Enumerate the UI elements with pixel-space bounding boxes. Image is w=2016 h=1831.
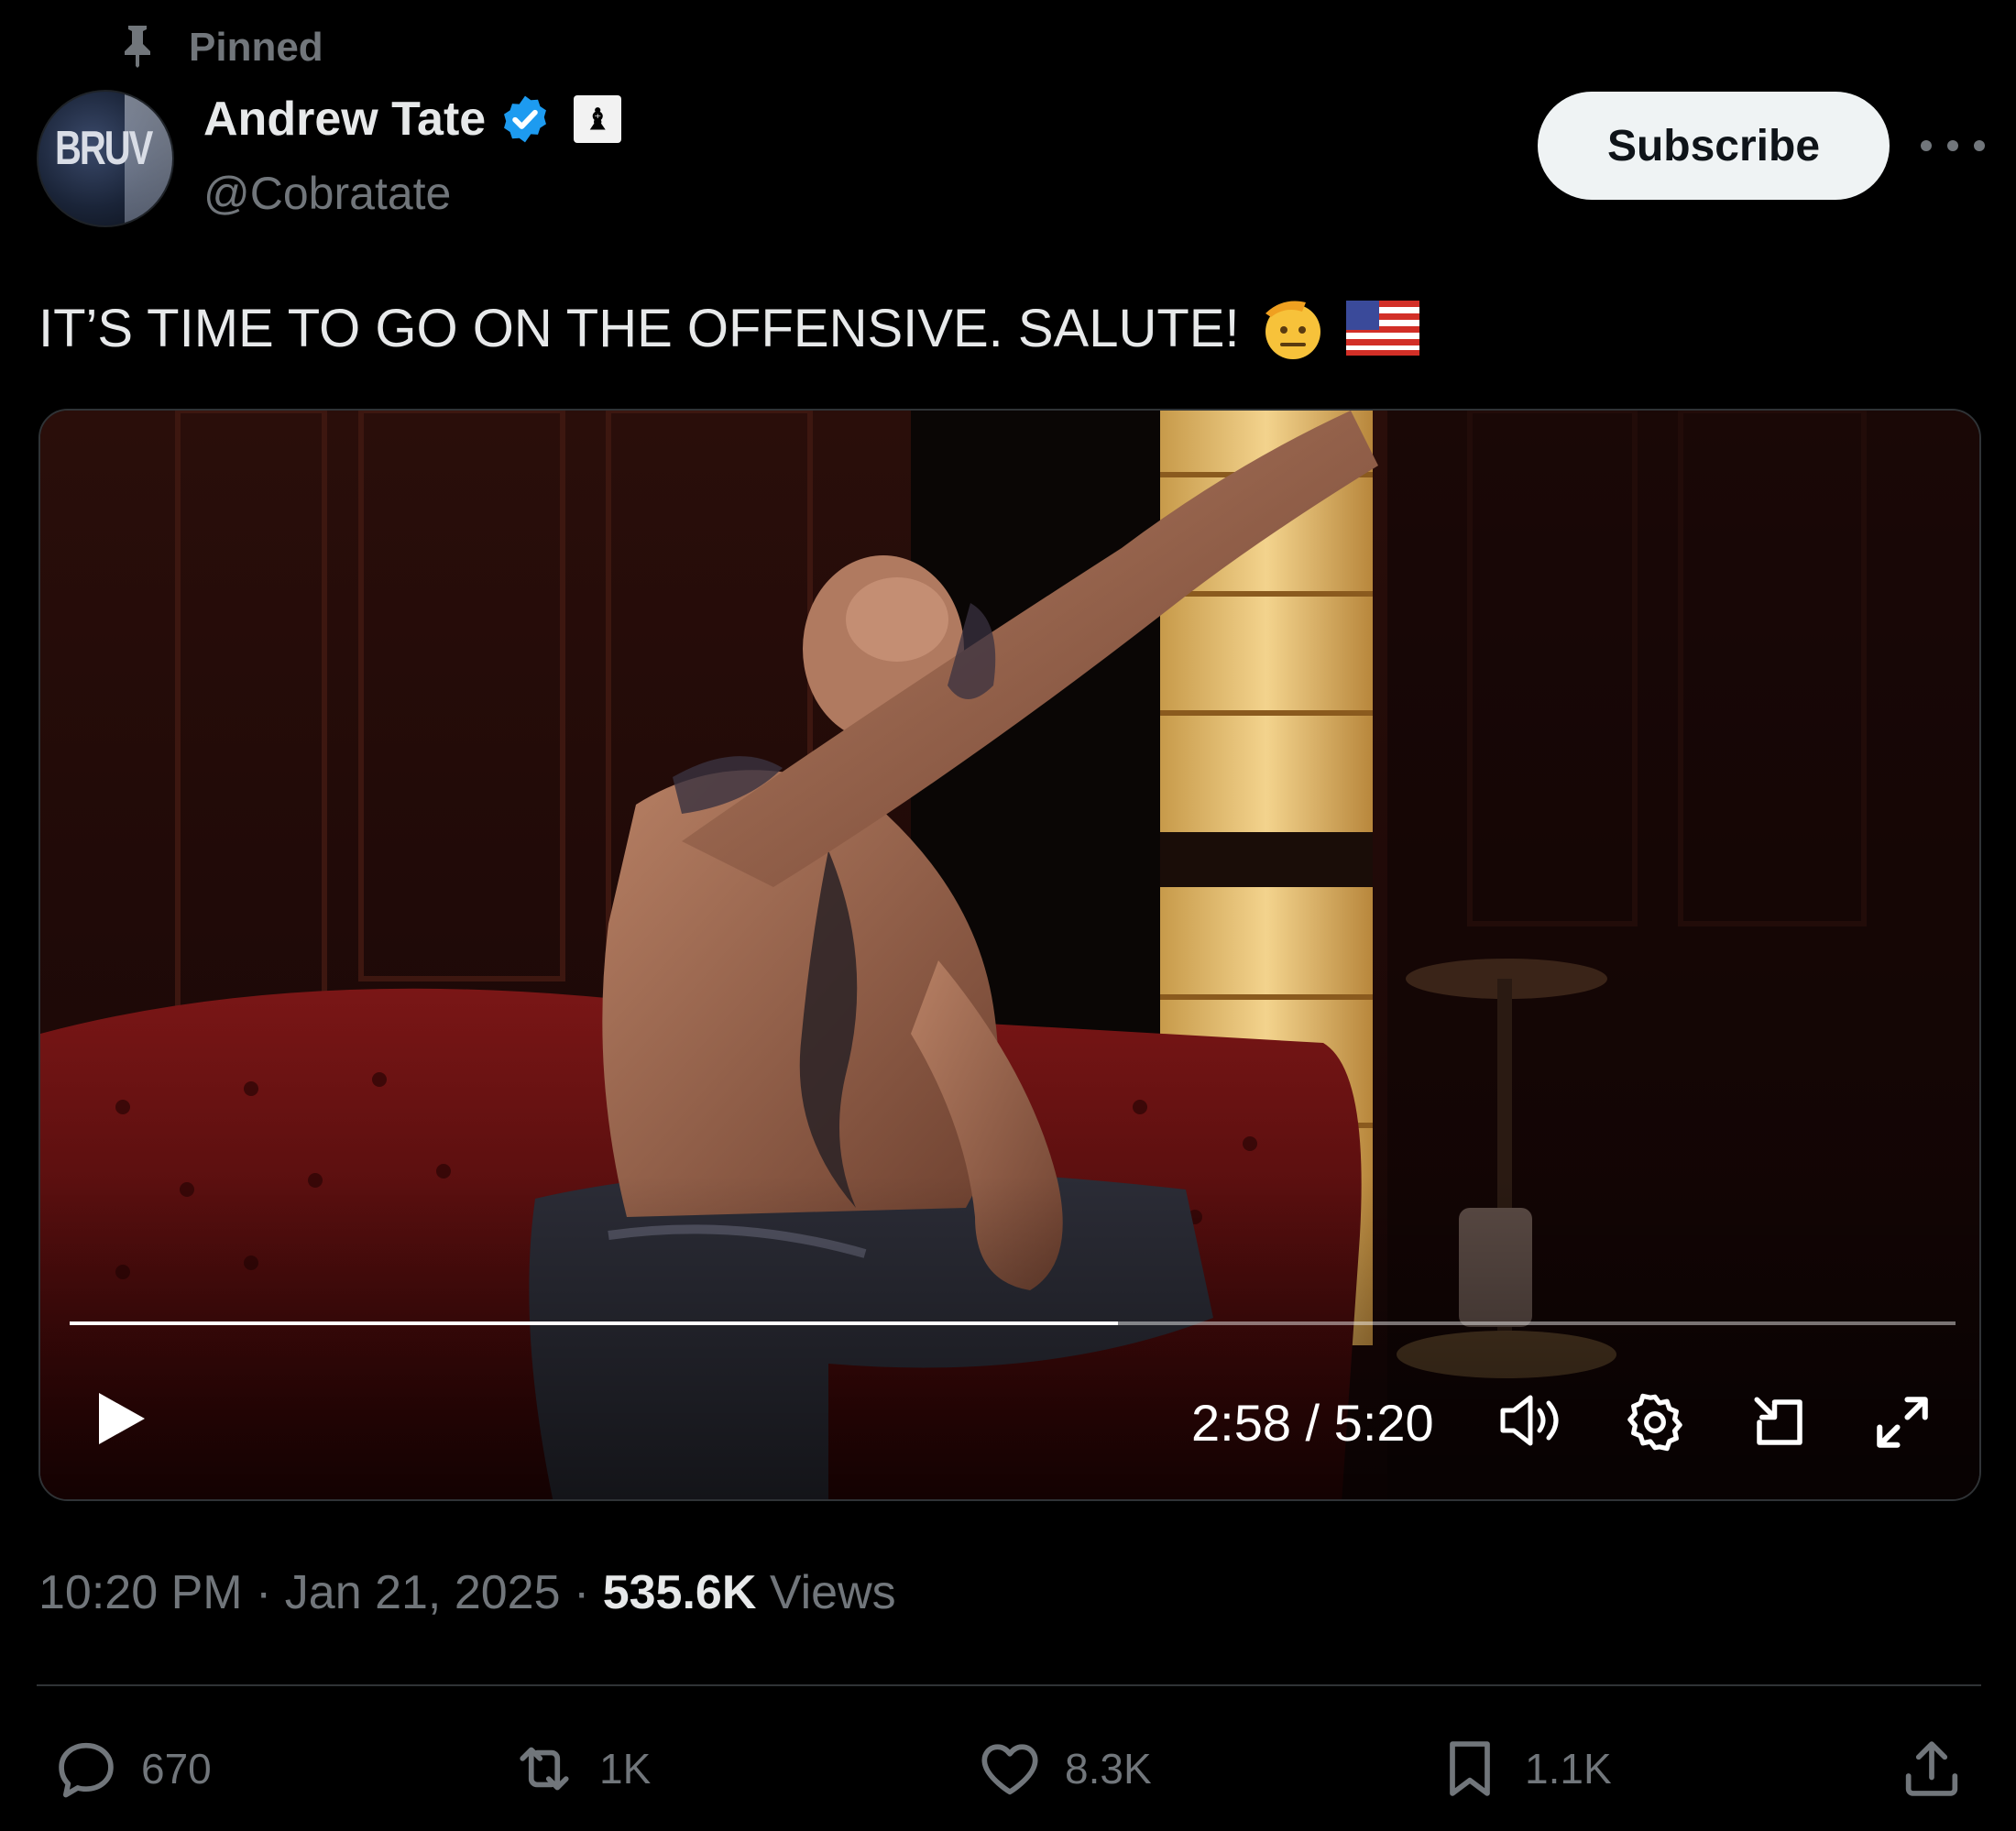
more-icon[interactable] <box>1921 123 1985 169</box>
author-name-row: Andrew Tate ♝ <box>203 92 622 147</box>
video-progress-fill <box>70 1321 1119 1325</box>
reply-button[interactable]: 670 <box>51 1730 212 1807</box>
video-frame <box>40 411 1979 1499</box>
pin-icon <box>119 24 156 72</box>
saluting-face-emoji <box>1256 291 1330 365</box>
views-label: Views <box>756 1566 896 1619</box>
fullscreen-icon[interactable] <box>1868 1387 1937 1457</box>
verified-badge-icon[interactable] <box>499 93 552 146</box>
subscribe-button[interactable]: Subscribe <box>1538 92 1890 200</box>
pip-icon[interactable] <box>1745 1387 1814 1457</box>
play-icon[interactable] <box>84 1382 158 1455</box>
avatar-logo: BRUV <box>55 122 153 175</box>
volume-icon[interactable] <box>1496 1387 1569 1453</box>
tweet-date[interactable]: Jan 21, 2025 <box>285 1566 561 1619</box>
reply-count: 670 <box>141 1745 212 1793</box>
tweet-time[interactable]: 10:20 PM <box>38 1566 243 1619</box>
repost-count: 1K <box>599 1745 652 1793</box>
pinned-indicator: Pinned <box>119 20 323 75</box>
bookmark-icon <box>1435 1734 1505 1804</box>
us-flag-emoji <box>1345 301 1419 356</box>
share-icon <box>1897 1734 1967 1804</box>
like-count: 8.3K <box>1065 1745 1152 1793</box>
share-button[interactable] <box>1897 1730 1967 1807</box>
settings-icon[interactable] <box>1620 1387 1690 1457</box>
heart-icon <box>975 1734 1045 1804</box>
video-player[interactable]: 2:58 / 5:20 <box>38 409 1981 1501</box>
meta-separator: · <box>242 1566 285 1619</box>
tweet-body: IT’S TIME TO GO ON THE OFFENSIVE. SALUTE… <box>38 298 1240 358</box>
reply-icon <box>51 1734 121 1804</box>
author-display-name[interactable]: Andrew Tate <box>203 92 486 147</box>
bookmark-button[interactable]: 1.1K <box>1435 1730 1612 1807</box>
meta-separator: · <box>560 1566 603 1619</box>
repost-button[interactable]: 1K <box>509 1730 651 1807</box>
views-count: 535.6K <box>602 1566 757 1619</box>
affiliate-badge-icon[interactable]: ♝ <box>574 95 622 143</box>
repost-icon <box>509 1734 579 1804</box>
video-time: 2:58 / 5:20 <box>1191 1394 1434 1452</box>
affiliate-glyph: ♝ <box>584 103 611 136</box>
action-bar: 670 1K 8.3K 1.1K <box>0 1730 2016 1807</box>
bookmark-count: 1.1K <box>1525 1745 1612 1793</box>
pinned-label: Pinned <box>189 25 323 70</box>
video-progress-bar[interactable] <box>70 1321 1956 1325</box>
avatar[interactable]: BRUV <box>37 90 174 227</box>
author-handle[interactable]: @Cobratate <box>203 167 451 220</box>
tweet-text: IT’S TIME TO GO ON THE OFFENSIVE. SALUTE… <box>38 291 1419 365</box>
tweet-meta: 10:20 PM · Jan 21, 2025 · 535.6K Views <box>38 1565 896 1620</box>
like-button[interactable]: 8.3K <box>975 1730 1152 1807</box>
divider <box>37 1684 1981 1686</box>
